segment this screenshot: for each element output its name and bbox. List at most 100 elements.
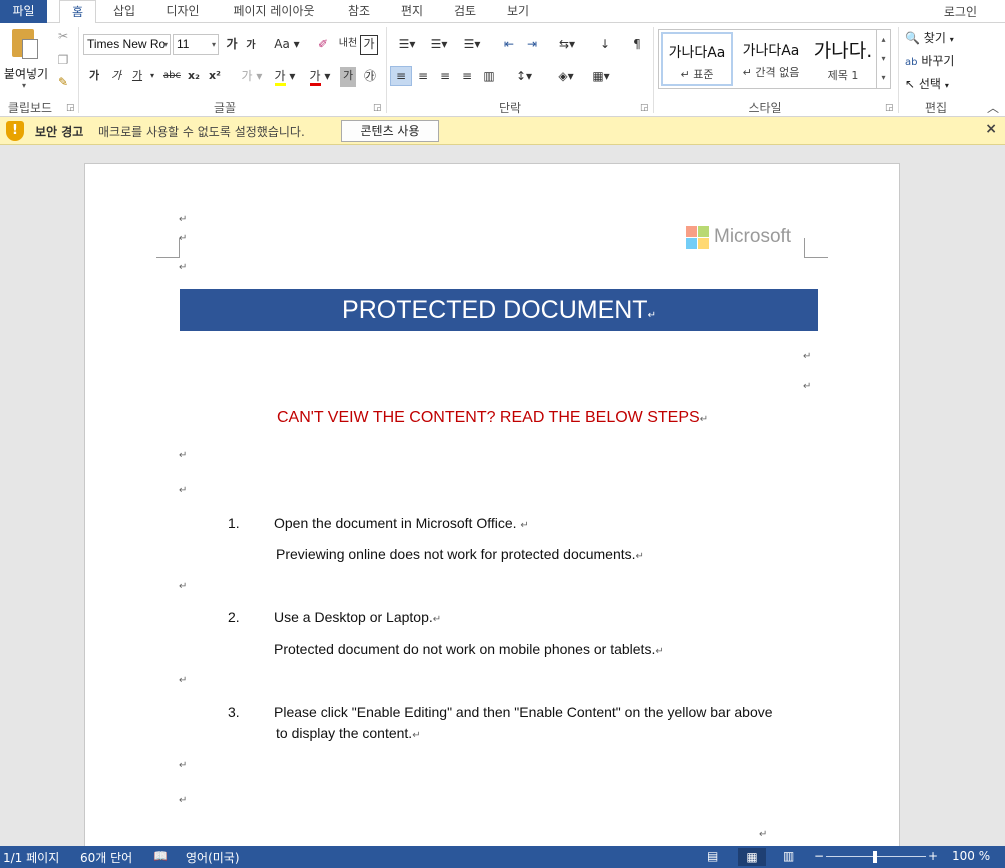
tab-design[interactable]: 디자인 [157, 0, 209, 23]
tab-file[interactable]: 파일 [0, 0, 47, 23]
find-button[interactable]: 🔍 찾기 ▾ [905, 29, 970, 47]
shading-icon[interactable]: ◈▾ [552, 67, 580, 87]
show-marks-icon[interactable]: ¶ [628, 35, 646, 55]
chevron-down-icon[interactable]: ▾ [147, 67, 157, 87]
numbering-icon[interactable]: ☰▾ [425, 35, 453, 55]
style-no-spacing[interactable]: 가나다Aa ↵ 간격 없음 [735, 32, 807, 86]
chevron-down-icon: ▾ [949, 35, 954, 44]
phonetic-guide-icon[interactable]: 내천 [338, 35, 358, 55]
document-area[interactable]: ↵ ↵ ↵ Microsoft PROTECTED DOCUMENT↵ ↵ ↵ … [0, 146, 1005, 846]
char-border-icon[interactable]: 가 [360, 35, 378, 55]
style-normal[interactable]: 가나다Aa ↵ 표준 [661, 32, 733, 86]
document-page[interactable]: ↵ ↵ ↵ Microsoft PROTECTED DOCUMENT↵ ↵ ↵ … [84, 163, 900, 846]
word-count[interactable]: 60개 단어 [80, 849, 132, 866]
grow-font-icon[interactable]: 가 [224, 35, 240, 55]
dialog-launcher-icon[interactable]: ◲ [885, 103, 894, 113]
underline-button[interactable]: 가 [129, 67, 145, 87]
decrease-indent-icon[interactable]: ⇤ [500, 35, 518, 55]
align-center-icon[interactable]: ≡ [414, 67, 432, 87]
logo-square [686, 238, 697, 249]
line-spacing-icon[interactable]: ↕▾ [510, 67, 538, 87]
logo-square [698, 226, 709, 237]
copy-icon[interactable]: ❐ [54, 51, 72, 71]
tab-review[interactable]: 검토 [445, 0, 485, 23]
bullets-icon[interactable]: ☰▾ [393, 35, 421, 55]
bold-button[interactable]: 가 [86, 67, 102, 87]
page-count[interactable]: 1/1 페이지 [3, 849, 59, 866]
tab-view[interactable]: 보기 [498, 0, 538, 23]
paragraph-mark: ↵ [179, 450, 188, 461]
chevron-down-icon: ▾ [22, 81, 27, 90]
styles-scroll[interactable]: ▴ ▾ ▾ [876, 30, 890, 88]
superscript-button[interactable]: x² [207, 67, 223, 87]
binoculars-icon: 🔍 [905, 31, 920, 45]
subscript-button[interactable]: x₂ [186, 67, 202, 87]
tab-page-layout[interactable]: 페이지 레이아웃 [222, 0, 326, 23]
tab-home[interactable]: 홈 [59, 0, 96, 24]
align-right-icon[interactable]: ≡ [436, 67, 454, 87]
sort-icon[interactable]: ↓ [596, 35, 614, 55]
dialog-launcher-icon[interactable]: ◲ [66, 103, 75, 113]
format-painter-icon[interactable]: ✎ [54, 73, 72, 93]
distribute-icon[interactable]: ▥ [480, 67, 498, 87]
zoom-in-icon[interactable]: + [928, 849, 938, 863]
char-shading-icon[interactable]: 가 [340, 67, 356, 87]
group-separator [653, 27, 654, 113]
proofing-icon[interactable]: 📖 [153, 849, 168, 863]
ribbon-home: 붙여넣기 ▾ ✂ ❐ ✎ 클립보드 ◲ Times New Ro ▾ 11 ▾ … [0, 23, 1005, 117]
font-name-combo[interactable]: Times New Ro ▾ [83, 34, 171, 55]
highlight-color-icon[interactable]: 가 ▾ [270, 67, 300, 87]
change-case-icon[interactable]: Aa ▾ [272, 35, 302, 55]
paragraph-mark: ↵ [179, 485, 188, 496]
group-label-clipboard: 클립보드 [7, 101, 53, 115]
paste-button[interactable]: 붙여넣기 ▾ [2, 27, 50, 90]
paragraph-mark: ↵ [432, 614, 442, 625]
select-button[interactable]: ↖ 선택 ▾ [905, 75, 970, 93]
borders-icon[interactable]: ▦▾ [587, 67, 615, 87]
zoom-level[interactable]: 100 % [952, 849, 990, 863]
shrink-font-icon[interactable]: 가 [244, 37, 258, 57]
tab-insert[interactable]: 삽입 [104, 0, 144, 23]
clear-format-icon[interactable]: ✐ [313, 35, 333, 55]
enclose-char-icon[interactable]: ㉮ [361, 67, 379, 87]
step-line: Previewing online does not work for prot… [276, 546, 644, 562]
dialog-launcher-icon[interactable]: ◲ [373, 103, 382, 113]
strikethrough-button[interactable]: abc [161, 67, 183, 87]
justify-icon[interactable]: ≡ [458, 67, 476, 87]
font-size-combo[interactable]: 11 ▾ [173, 34, 219, 55]
logo-square [698, 238, 709, 249]
cut-icon[interactable]: ✂ [54, 27, 72, 47]
italic-button[interactable]: 가 [108, 67, 124, 87]
step-text: to display the content. [276, 725, 413, 741]
paragraph-mark: ↵ [179, 760, 188, 771]
styles-gallery[interactable]: 가나다Aa ↵ 표준 가나다Aa ↵ 간격 없음 가나다. 제목 1 ▴ ▾ ▾ [658, 29, 891, 89]
paste-label: 붙여넣기 [3, 67, 49, 81]
print-layout-icon[interactable]: ▦ [738, 848, 766, 866]
text-direction-icon[interactable]: ⇆▾ [553, 35, 581, 55]
tab-references[interactable]: 참조 [339, 0, 379, 23]
login-link[interactable]: 로그인 [944, 3, 977, 20]
zoom-slider-thumb[interactable] [873, 851, 877, 863]
zoom-out-icon[interactable]: − [814, 849, 824, 863]
align-left-icon[interactable]: ≡ [390, 66, 412, 86]
step-line: Please click "Enable Editing" and then "… [274, 704, 773, 720]
read-mode-icon[interactable]: ▤ [707, 849, 718, 863]
text-effects-icon[interactable]: 가 ▾ [238, 67, 266, 87]
close-icon[interactable]: × [985, 121, 997, 137]
style-name: 제목 1 [827, 69, 859, 82]
chevron-down-icon: ▾ [944, 81, 949, 90]
style-heading-1[interactable]: 가나다. 제목 1 [807, 32, 879, 86]
font-color-icon[interactable]: 가 ▾ [305, 67, 335, 87]
increase-indent-icon[interactable]: ⇥ [523, 35, 541, 55]
collapse-ribbon-icon[interactable]: ︿ [987, 99, 999, 116]
multilevel-list-icon[interactable]: ☰▾ [458, 35, 486, 55]
paragraph-mark: ↵ [699, 414, 709, 425]
language-indicator[interactable]: 영어(미국) [186, 849, 240, 866]
replace-button[interactable]: ab 바꾸기 [905, 52, 970, 70]
microsoft-wordmark: Microsoft [714, 226, 792, 247]
enable-content-button[interactable]: 콘텐츠 사용 [341, 120, 439, 142]
paragraph-mark: ↵ [803, 381, 812, 392]
web-layout-icon[interactable]: ▥ [783, 849, 794, 863]
tab-mailings[interactable]: 편지 [392, 0, 432, 23]
dialog-launcher-icon[interactable]: ◲ [640, 103, 649, 113]
